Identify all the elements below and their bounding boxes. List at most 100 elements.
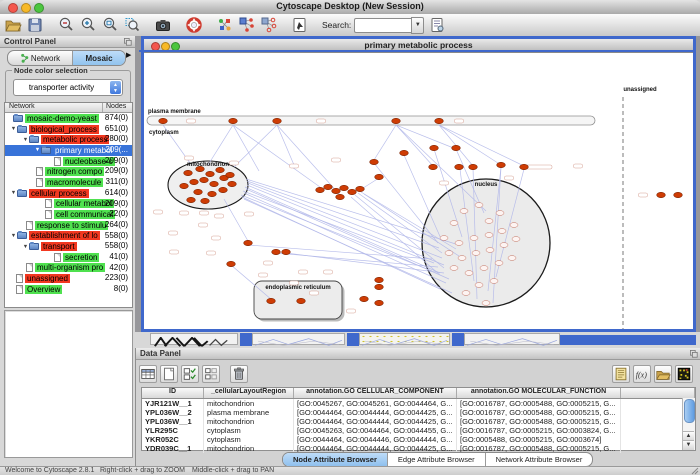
table-row[interactable]: YPL036W__1mitochondrion[GO:0044464, GO:0…: [142, 417, 695, 426]
table-cell[interactable]: YPL036W__2: [142, 408, 204, 417]
table-cell[interactable]: [GO:0016787, GO:0005215, GO:0003824, G..…: [457, 426, 621, 435]
graph-node[interactable]: [375, 174, 384, 179]
tree-expander-icon[interactable]: ▼: [22, 137, 29, 143]
table-cell[interactable]: YJR121W__1: [142, 399, 204, 408]
graph-node[interactable]: [497, 162, 506, 167]
graph-node-unhighlighted[interactable]: [512, 237, 520, 242]
tree-row[interactable]: secretion41(0): [5, 252, 132, 263]
graph-node[interactable]: [375, 300, 384, 305]
graph-node[interactable]: [400, 150, 409, 155]
annotation-mode-icon[interactable]: [291, 16, 309, 34]
graph-node[interactable]: [229, 118, 238, 123]
table-cell[interactable]: [GO:0016787, GO:0005488, GO:0005215, G..…: [457, 417, 621, 426]
tree-row[interactable]: ▼biological_process651(0): [5, 124, 132, 135]
scroll-down-icon[interactable]: ▼: [683, 440, 694, 450]
graph-node-unhighlighted[interactable]: [450, 221, 458, 226]
graph-node-unhighlighted[interactable]: [510, 223, 518, 228]
graph-node[interactable]: [200, 177, 209, 182]
table-row[interactable]: YKR052Ccytoplasm[GO:0044464, GO:0044446,…: [142, 435, 695, 444]
tree-row[interactable]: mosaic-demo-yeast874(0): [5, 113, 132, 124]
graph-node-unhighlighted[interactable]: [458, 256, 466, 261]
table-cell[interactable]: plasma membrane: [204, 408, 294, 417]
table-cell[interactable]: cytoplasm: [204, 426, 294, 435]
graph-node-unhighlighted[interactable]: [445, 251, 453, 256]
table-cell[interactable]: [GO:0005488, GO:0005215, GO:0003674]: [457, 435, 621, 444]
table-cell[interactable]: mitochondrion: [204, 444, 294, 453]
background-mini-window[interactable]: [359, 333, 450, 345]
table-cell[interactable]: [GO:0016787, GO:0005488, GO:0005215, G..…: [457, 399, 621, 408]
graph-node-unhighlighted[interactable]: [496, 211, 504, 216]
table-column-header[interactable]: annotation.GO CELLULAR_COMPONENT: [294, 388, 457, 398]
graph-node[interactable]: [194, 189, 203, 194]
graph-node[interactable]: [348, 189, 357, 194]
graph-node[interactable]: [324, 184, 333, 189]
graph-node[interactable]: [226, 172, 235, 177]
graph-node[interactable]: [674, 192, 683, 197]
graph-node-unhighlighted[interactable]: [498, 229, 506, 234]
graph-node[interactable]: [272, 249, 281, 254]
graph-node[interactable]: [455, 164, 464, 169]
table-cell[interactable]: mitochondrion: [204, 399, 294, 408]
table-row[interactable]: YJR121W__1mitochondrion[GO:0045267, GO:0…: [142, 399, 695, 408]
graph-node[interactable]: [201, 198, 210, 203]
graph-node-unhighlighted[interactable]: [500, 243, 508, 248]
tab-node-attribute-browser[interactable]: Node Attribute Browser: [283, 453, 388, 466]
tree-column-nodes[interactable]: Nodes: [103, 103, 132, 112]
tree-expander-icon[interactable]: ▼: [34, 147, 41, 153]
select-attributes-icon[interactable]: [139, 365, 157, 383]
tree-row[interactable]: Overview8(0): [5, 284, 132, 295]
tree-row[interactable]: ▼primary metabol209(...: [5, 145, 132, 156]
table-cell[interactable]: [GO:0016787, GO:0005488, GO:0005215, G..…: [457, 408, 621, 417]
tree-row[interactable]: macromolecule311(0): [5, 177, 132, 188]
tree-row[interactable]: unassigned223(0): [5, 273, 132, 284]
graph-node[interactable]: [227, 261, 236, 266]
new-network-from-selection-icon[interactable]: [238, 16, 256, 34]
save-session-icon[interactable]: [26, 16, 44, 34]
graph-node[interactable]: [228, 181, 237, 186]
table-scrollbar[interactable]: ▲ ▼: [682, 398, 695, 450]
graph-node-unhighlighted[interactable]: [485, 219, 493, 224]
new-attribute-icon[interactable]: [160, 365, 178, 383]
graph-node-unhighlighted[interactable]: [462, 291, 470, 296]
graph-node[interactable]: [210, 181, 219, 186]
graph-node[interactable]: [267, 298, 276, 303]
graph-node[interactable]: [435, 118, 444, 123]
table-row[interactable]: YLR295Ccytoplasm[GO:0045263, GO:0044464,…: [142, 426, 695, 435]
tree-row[interactable]: ▼cellular process614(0): [5, 188, 132, 199]
table-cell[interactable]: [GO:0044464, GO:0044446, GO:0044444, G..…: [294, 435, 457, 444]
graph-node-unhighlighted[interactable]: [450, 266, 458, 271]
graph-node-unhighlighted[interactable]: [440, 236, 448, 241]
birds-eye-view-panel[interactable]: [4, 310, 133, 458]
table-cell[interactable]: [GO:0045267, GO:0045261, GO:0044464, G..…: [294, 399, 457, 408]
tab-network-attribute-browser[interactable]: Network Attribute Browser: [486, 453, 593, 466]
table-cell[interactable]: YDR039C__1: [142, 444, 204, 453]
graph-node-unhighlighted[interactable]: [475, 203, 483, 208]
graph-node[interactable]: [370, 159, 379, 164]
delete-attribute-icon[interactable]: [230, 365, 248, 383]
graph-node-unhighlighted[interactable]: [495, 261, 503, 266]
float-panel-icon[interactable]: [124, 38, 132, 46]
network-canvas[interactable]: plasma membranecytoplasmmitochondrionnuc…: [144, 53, 693, 329]
graph-node[interactable]: [469, 164, 478, 169]
table-cell[interactable]: mitochondrion: [204, 417, 294, 426]
graph-node[interactable]: [297, 298, 306, 303]
graph-node[interactable]: [190, 179, 199, 184]
graph-node[interactable]: [219, 187, 228, 192]
graph-node-unhighlighted[interactable]: [460, 209, 468, 214]
graph-node-unhighlighted[interactable]: [480, 266, 488, 271]
table-cell[interactable]: [GO:0045263, GO:0044464, GO:0044455, G..…: [294, 426, 457, 435]
background-mini-window[interactable]: [150, 333, 238, 345]
tree-expander-icon[interactable]: ▼: [10, 126, 17, 132]
zoom-selected-region-icon[interactable]: [123, 16, 141, 34]
tree-row[interactable]: response to stimulu264(0): [5, 220, 132, 231]
snapshot-camera-icon[interactable]: [154, 16, 172, 34]
zoom-in-icon[interactable]: [79, 16, 97, 34]
scrollbar-thumb[interactable]: [684, 399, 695, 423]
select-all-attributes-icon[interactable]: [181, 365, 199, 383]
graph-node[interactable]: [452, 145, 461, 150]
graph-node-unhighlighted[interactable]: [465, 271, 473, 276]
tab-edge-attribute-browser[interactable]: Edge Attribute Browser: [388, 453, 486, 466]
batch-editor-icon[interactable]: [612, 365, 630, 383]
graph-node[interactable]: [360, 296, 369, 301]
destroy-network-icon[interactable]: [260, 16, 278, 34]
